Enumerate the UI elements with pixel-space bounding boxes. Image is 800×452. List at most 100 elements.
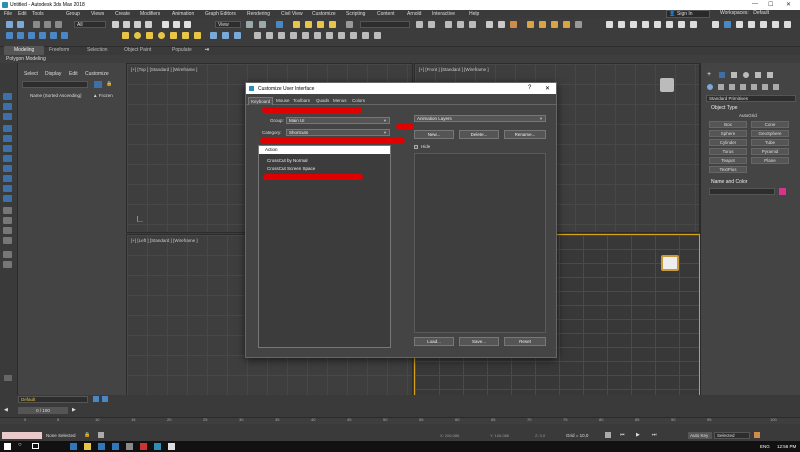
file-explorer-icon[interactable] [84,443,91,450]
tb-icon-8[interactable] [690,21,697,28]
shelf-icon-13[interactable] [290,32,297,39]
display-invert-icon[interactable] [3,113,12,120]
link-icon[interactable] [33,21,40,28]
task-view-icon[interactable] [32,443,39,449]
delete-button[interactable]: Delete... [459,130,499,139]
tab-menus[interactable]: Menus [331,97,349,104]
load-button[interactable]: Load... [414,337,454,346]
shelf-icon-3[interactable] [28,32,35,39]
tab-mouse[interactable]: Mouse [274,97,292,104]
primitive-type-dropdown[interactable]: Standard Primitives [706,95,796,102]
textplus-button[interactable]: TextPlus [709,166,747,173]
ribbon-tab-freeform[interactable]: Freeform [49,47,69,53]
shelf-icon-2[interactable] [17,32,24,39]
viewport-front-label[interactable]: [+] [Front ] [Standard ] [Wireframe ] [419,67,489,72]
camera-icon[interactable] [194,32,201,39]
light-icon[interactable] [182,32,189,39]
shelf-icon-14[interactable] [302,32,309,39]
display-none-icon[interactable] [3,93,12,100]
shelf-icon-18[interactable] [350,32,357,39]
curve-editor-icon[interactable] [486,21,493,28]
shelf-icon-20[interactable] [374,32,381,39]
tab-toolbars[interactable]: Toolbars [291,97,312,104]
scene-menu-customize[interactable]: Customize [85,71,109,77]
lights-icon[interactable] [729,84,735,90]
scale-icon[interactable] [184,21,191,28]
hidden-filter-icon[interactable] [3,237,12,244]
workspaces-selector[interactable]: Workspaces: Default [720,10,769,16]
name-and-color-rollout[interactable]: Name and Color [711,179,747,185]
spinner-snap-icon[interactable] [329,21,336,28]
shapes-filter-icon[interactable] [3,135,12,142]
lang-indicator[interactable]: ENG [760,444,770,449]
x-coord[interactable]: X: 206,086 [440,433,459,438]
viewcube-icon[interactable] [661,255,679,271]
containers-filter-icon[interactable] [3,217,12,224]
pyramid-button[interactable]: Pyramid [751,148,789,155]
edit-named-selections-icon[interactable] [346,21,353,28]
menu-help[interactable]: Help [469,11,479,17]
plane-button[interactable]: Plane [751,157,789,164]
menu-arnold[interactable]: Arnold [407,11,421,17]
shapes-icon[interactable] [718,84,724,90]
scene-menu-select[interactable]: Select [24,71,38,77]
close-icon[interactable]: ✕ [786,1,791,8]
tube-button[interactable]: Tube [751,139,789,146]
shelf-icon-8[interactable] [222,32,229,39]
scene-menu-edit[interactable]: Edit [69,71,78,77]
display-tab-icon[interactable] [755,72,761,78]
reference-coord-dropdown[interactable]: View [215,21,241,28]
frozen-filter-icon[interactable] [3,227,12,234]
dialog-close-icon[interactable]: ✕ [545,85,550,92]
cone-prim-icon[interactable] [170,32,177,39]
menu-animation[interactable]: Animation [172,11,194,17]
scene-search-field[interactable] [22,81,88,88]
toggle-layer-explorer-icon[interactable] [457,21,464,28]
toggle-scene-explorer-icon[interactable] [445,21,452,28]
helpers-icon[interactable] [751,84,757,90]
viewcube-icon[interactable] [660,78,674,92]
bind-spacewarp-icon[interactable] [55,21,62,28]
tb-icon-13[interactable] [760,21,767,28]
create-tab-icon[interactable]: + [707,71,711,78]
material-editor-icon[interactable] [510,21,517,28]
object-color-swatch[interactable] [779,188,786,195]
ribbon-tab-modeling[interactable]: Modeling [14,47,34,53]
tb-icon-11[interactable] [736,21,743,28]
undo-icon[interactable] [6,21,13,28]
maxscript-listener[interactable] [2,432,42,439]
a360-gallery-icon[interactable] [575,21,582,28]
geosphere-button[interactable]: GeoSphere [751,130,789,137]
display-all-icon[interactable] [3,103,12,110]
action-list[interactable]: Action CrossCut by Normal CrossCut Scree… [258,145,391,348]
selection-filter-dropdown[interactable]: All [74,21,106,28]
cylinder-prim-icon[interactable] [146,32,153,39]
torus-prim-icon[interactable] [158,32,165,39]
select-object-icon[interactable] [112,21,119,28]
toggle-ribbon-icon[interactable] [469,21,476,28]
y-coord[interactable]: Y: 106,086 [490,433,509,438]
shelf-icon-9[interactable] [234,32,241,39]
render-production-icon[interactable] [551,21,558,28]
tab-colors[interactable]: Colors [350,97,367,104]
menu-group[interactable]: Group [66,11,80,17]
shelf-icon-6[interactable] [61,32,68,39]
viewport-top-label[interactable]: [+] [Top ] [Standard ] [Wireframe ] [131,67,197,72]
shelf-icon-7[interactable] [210,32,217,39]
menu-rendering[interactable]: Rendering [247,11,270,17]
prev-frame-icon[interactable]: ◀ [4,407,8,413]
named-selection-sets-dropdown[interactable] [360,21,410,28]
new-button[interactable]: New... [414,130,454,139]
tb-icon-7[interactable] [678,21,685,28]
autogrid-checkbox[interactable]: AutoGrid [739,113,757,118]
rect-selection-icon[interactable] [134,21,141,28]
scene-menu-display[interactable]: Display [45,71,61,77]
align-icon[interactable] [428,21,435,28]
list-item[interactable]: CrossCut Screen Space [267,166,315,171]
goto-start-icon[interactable]: ⏮ [620,432,625,438]
column-frozen-header[interactable]: ▲ Frozen [93,93,113,98]
tab-quads[interactable]: Quads [314,97,331,104]
mirror-icon[interactable] [416,21,423,28]
layer-items-panel[interactable] [414,153,546,333]
tb-icon-9[interactable] [712,21,719,28]
